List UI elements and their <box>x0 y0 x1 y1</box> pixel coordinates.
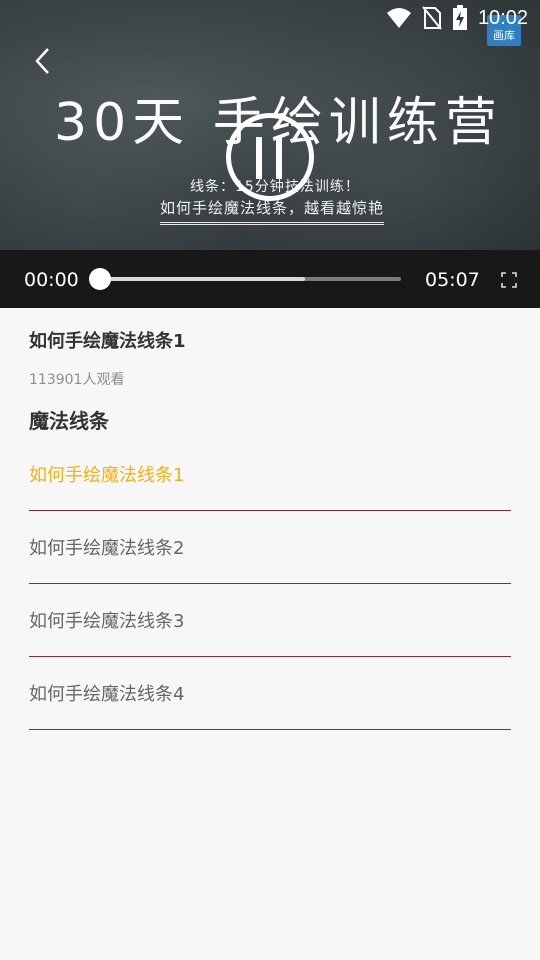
status-time: 10:02 <box>477 6 528 29</box>
status-bar: 10:02 <box>0 0 540 36</box>
seek-thumb[interactable] <box>89 268 111 290</box>
screen: 10:02 画库 30天 手绘训练营 线条：15分钟技法训练！ 如何手绘魔法线条… <box>0 0 540 960</box>
current-time: 00:00 <box>24 269 79 291</box>
episode-item[interactable]: 如何手绘魔法线条2 <box>29 511 511 584</box>
video-subtitle-line2: 如何手绘魔法线条，越看越惊艳 <box>160 197 385 225</box>
no-sim-icon <box>422 6 442 30</box>
seek-bar[interactable] <box>89 268 401 290</box>
fullscreen-icon <box>501 272 517 288</box>
episode-item[interactable]: 如何手绘魔法线条4 <box>29 657 511 730</box>
episode-item[interactable]: 如何手绘魔法线条1 <box>29 438 511 511</box>
video-player[interactable]: 10:02 画库 30天 手绘训练营 线条：15分钟技法训练！ 如何手绘魔法线条… <box>0 0 540 308</box>
chevron-left-icon <box>35 48 49 74</box>
seek-buffered <box>100 277 305 281</box>
course-title: 如何手绘魔法线条1 <box>29 331 186 352</box>
play-pause-button[interactable] <box>226 113 314 201</box>
duration: 05:07 <box>425 269 480 291</box>
episode-item[interactable]: 如何手绘魔法线条3 <box>29 584 511 657</box>
back-button[interactable] <box>26 44 60 78</box>
episode-list: 如何手绘魔法线条1 如何手绘魔法线条2 如何手绘魔法线条3 如何手绘魔法线条4 <box>29 438 511 730</box>
fullscreen-button[interactable] <box>498 269 520 291</box>
section-title: 魔法线条 <box>29 409 109 433</box>
wifi-icon <box>386 7 412 29</box>
pause-icon <box>256 137 282 179</box>
player-controls: 00:00 05:07 <box>0 250 540 308</box>
battery-charging-icon <box>452 5 468 31</box>
view-count: 113901人观看 <box>29 372 125 388</box>
